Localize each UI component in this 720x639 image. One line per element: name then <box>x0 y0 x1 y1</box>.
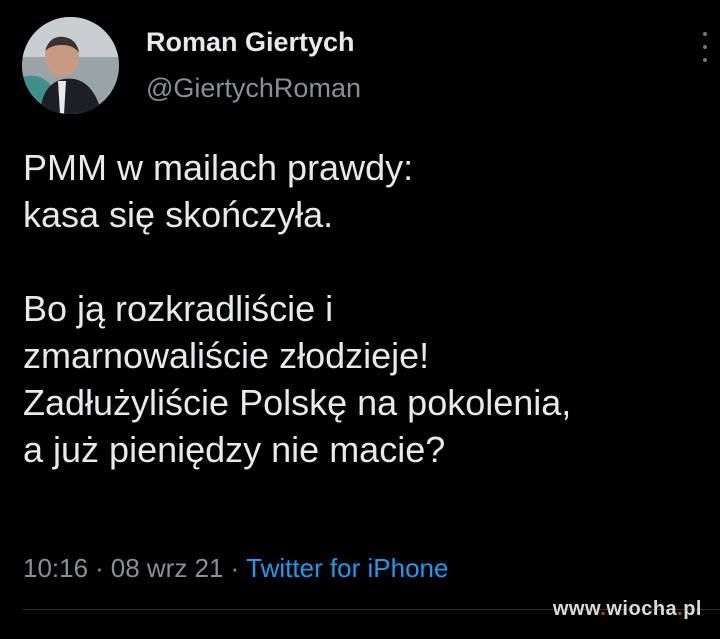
tweet-source-link[interactable]: Twitter for iPhone <box>246 553 448 583</box>
watermark-name: wiocha <box>606 598 678 620</box>
avatar[interactable] <box>22 17 119 114</box>
tweet-date[interactable]: 08 wrz 21 <box>111 553 224 583</box>
tweet-line: zmarnowaliście złodzieje! <box>23 335 430 376</box>
vertical-ellipsis-icon <box>703 32 707 36</box>
profile-photo-icon <box>22 17 119 114</box>
tweet-line: PMM w mailach prawdy: <box>23 147 414 188</box>
tweet-line: Bo ją rozkradliście i <box>23 288 334 329</box>
more-options-button[interactable] <box>698 32 712 62</box>
watermark-tld: pl <box>683 598 702 620</box>
tweet-line: a już pieniędzy nie macie? <box>23 429 446 470</box>
tweet-card: Roman Giertych @GiertychRoman PMM w mail… <box>0 0 720 639</box>
tweet-text: PMM w mailach prawdy: kasa się skończyła… <box>23 144 713 473</box>
tweet-time[interactable]: 10:16 <box>23 553 88 583</box>
watermark: www.wiocha.pl <box>553 598 702 621</box>
vertical-ellipsis-icon <box>703 45 707 49</box>
watermark-prefix: www <box>552 598 601 620</box>
tweet-line: kasa się skończyła. <box>23 194 334 235</box>
author-display-name[interactable]: Roman Giertych <box>146 27 355 58</box>
author-handle[interactable]: @GiertychRoman <box>146 73 361 104</box>
meta-separator: · <box>95 553 104 583</box>
meta-separator: · <box>230 553 240 583</box>
tweet-meta: 10:16 · 08 wrz 21 · Twitter for iPhone <box>23 553 448 584</box>
tweet-line: Zadłużyliście Polskę na pokolenia, <box>23 382 572 423</box>
vertical-ellipsis-icon <box>703 58 707 62</box>
paragraph-break <box>23 238 713 285</box>
